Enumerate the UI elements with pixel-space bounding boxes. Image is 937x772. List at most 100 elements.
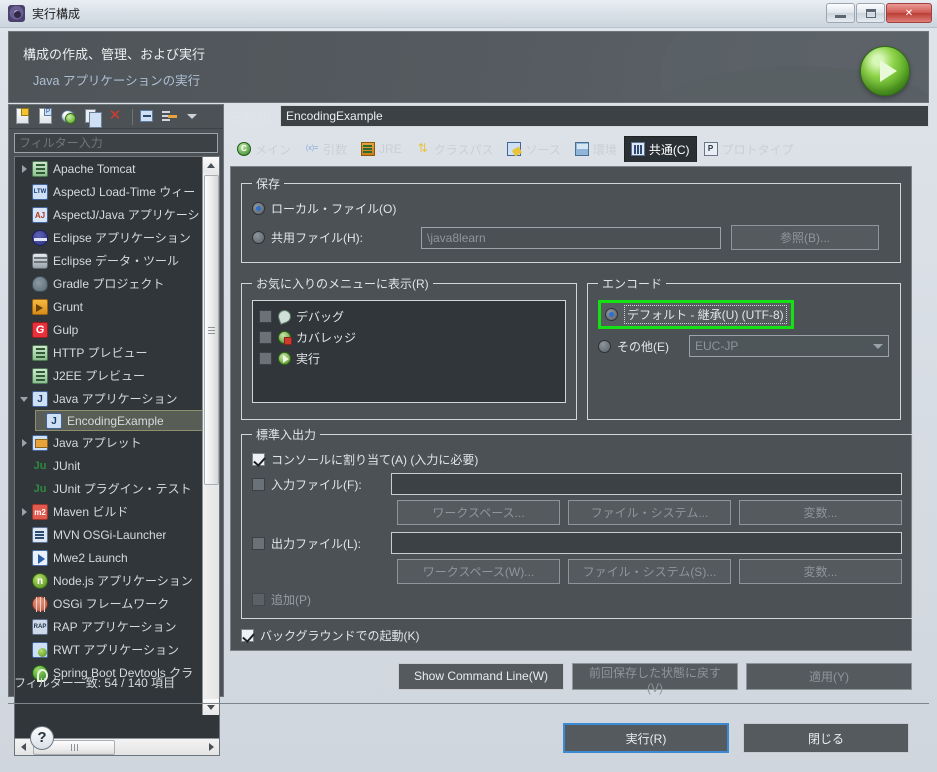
server-icon [32,345,48,361]
encoding-select[interactable]: EUC-JP [689,335,889,357]
input-file-input[interactable] [391,473,902,495]
favorites-item-coverage[interactable]: カバレッジ [259,327,559,348]
apply-button[interactable]: 適用(Y) [746,663,912,690]
debug-icon [276,308,293,325]
tree-item-java-application[interactable]: J Java アプリケーション [15,387,203,410]
input-filesystem-button[interactable]: ファイル・システム... [568,500,731,525]
expand-arrow-icon[interactable] [19,163,31,175]
allocate-console-checkbox[interactable] [252,453,265,466]
debug-checkbox[interactable] [259,310,272,323]
tree-vertical-scrollbar[interactable] [202,157,219,715]
output-variables-button[interactable]: 変数... [739,559,902,584]
minimize-button[interactable] [826,3,855,23]
tree-item-gulp[interactable]: G Gulp [15,318,203,341]
tab-label: JRE [379,142,402,156]
scrollbar-thumb[interactable] [204,175,219,485]
tree-item-junit[interactable]: Ju JUnit [15,454,203,477]
tree-item-label: AspectJ/Java アプリケーシ [53,206,199,223]
output-file-checkbox[interactable] [252,537,265,550]
tab-environment[interactable]: 環境 [568,136,624,162]
tree-item-apache-tomcat[interactable]: Apache Tomcat [15,157,203,180]
tab-arguments[interactable]: (x)= 引数 [298,136,354,162]
new-launch-icon[interactable] [59,107,79,126]
osgi-icon [32,596,48,612]
tab-jre[interactable]: JRE [354,136,409,162]
tree-item-encoding-example[interactable]: J EncodingExample [35,410,203,431]
output-filesystem-button[interactable]: ファイル・システム(S)... [568,559,731,584]
tree-item-junit-plugin-test[interactable]: Ju JUnit プラグイン・テスト [15,477,203,500]
toolbar-separator [132,109,133,125]
tree-item-maven-build[interactable]: m2 Maven ビルド [15,500,203,523]
tab-main[interactable]: C メイン [230,136,298,162]
output-file-input[interactable] [391,532,902,554]
append-row[interactable]: 追加(P) [252,591,902,608]
output-workspace-button[interactable]: ワークスペース(W)... [397,559,560,584]
run-checkbox[interactable] [259,352,272,365]
new-prototype-icon[interactable] [36,107,56,126]
tree-item-aspectj-ltw[interactable]: LTW AspectJ Load-Time ウィー [15,180,203,203]
header-title: 構成の作成、管理、および実行 [23,44,205,63]
show-command-line-button[interactable]: Show Command Line(W) [398,663,564,690]
duplicate-icon[interactable] [82,107,102,126]
revert-button[interactable]: 前回保存した状態に戻す(V) [572,663,738,690]
tree-item-mvn-osgi-launcher[interactable]: MVN OSGi-Launcher [15,523,203,546]
mvn-osgi-icon [32,527,48,543]
tree-item-osgi-framework[interactable]: OSGi フレームワーク [15,592,203,615]
collapse-arrow-icon[interactable] [19,393,31,405]
tree-item-rwt-application[interactable]: RWT アプリケーション [15,638,203,661]
configurations-tree[interactable]: Apache Tomcat LTW AspectJ Load-Time ウィー … [14,156,220,756]
encoding-default-radio[interactable] [605,308,618,321]
background-launch-label: バックグラウンドでの起動(K) [260,627,420,644]
tab-common[interactable]: 共通(C) [624,136,697,162]
favorites-list[interactable]: デバッグ カバレッジ 実行 [252,300,566,403]
input-variables-button[interactable]: 変数... [739,500,902,525]
favorites-item-debug[interactable]: デバッグ [259,306,559,327]
new-configuration-icon[interactable] [13,107,33,126]
close-button[interactable]: ✕ [886,3,932,23]
run-button[interactable]: 実行(R) [563,723,729,753]
tree-item-http-preview[interactable]: HTTP プレビュー [15,341,203,364]
local-file-radio[interactable] [252,202,265,215]
tab-source[interactable]: ソース [500,136,567,162]
favorites-item-run[interactable]: 実行 [259,348,559,369]
chevron-down-icon[interactable] [187,114,197,119]
local-file-label: ローカル・ファイル(O) [271,200,396,217]
expand-arrow-icon[interactable] [19,506,31,518]
collapse-all-icon[interactable] [137,107,157,126]
shared-file-input[interactable] [421,227,721,249]
scroll-up-button[interactable] [203,157,219,173]
close-dialog-button[interactable]: 閉じる [743,723,909,753]
help-button[interactable]: ? [30,726,54,750]
tree-item-j2ee-preview[interactable]: J2EE プレビュー [15,364,203,387]
tab-classpath[interactable]: ⇅ クラスパス [409,136,501,162]
search-input[interactable] [14,133,218,153]
tab-prototype[interactable]: P プロトタイプ [697,136,801,162]
tree-item-gradle-project[interactable]: Gradle プロジェクト [15,272,203,295]
allocate-console-row[interactable]: コンソールに割り当て(A) (入力に必要) [252,451,902,468]
maximize-button[interactable] [856,3,885,23]
name-input[interactable] [280,105,929,127]
shared-file-radio[interactable] [252,231,265,244]
tree-item-aspectj-java-app[interactable]: AJ AspectJ/Java アプリケーシ [15,203,203,226]
tree-item-grunt[interactable]: Grunt [15,295,203,318]
filter-icon[interactable] [160,107,180,126]
tree-item-eclipse-data-tools[interactable]: Eclipse データ・ツール [15,249,203,272]
coverage-checkbox[interactable] [259,331,272,344]
expand-arrow-icon[interactable] [19,437,31,449]
save-group-legend: 保存 [252,175,284,192]
tree-item-nodejs-application[interactable]: n Node.js アプリケーション [15,569,203,592]
background-launch-checkbox[interactable] [241,629,254,642]
header-subtitle: Java アプリケーションの実行 [33,70,200,89]
tree-item-mwe2-launch[interactable]: Mwe2 Launch [15,546,203,569]
browse-button[interactable]: 参照(B)... [731,225,879,250]
delete-icon[interactable]: ✕ [105,107,125,126]
background-launch-row[interactable]: バックグラウンドでの起動(K) [241,627,901,644]
input-workspace-button[interactable]: ワークスペース... [397,500,560,525]
local-file-row[interactable]: ローカル・ファイル(O) [252,200,890,217]
tree-item-rap-application[interactable]: RAP RAP アプリケーション [15,615,203,638]
input-file-checkbox[interactable] [252,478,265,491]
encoding-other-radio[interactable] [598,340,611,353]
tree-item-eclipse-application[interactable]: Eclipse アプリケーション [15,226,203,249]
tree-item-java-applet[interactable]: Java アプレット [15,431,203,454]
append-checkbox[interactable] [252,593,265,606]
